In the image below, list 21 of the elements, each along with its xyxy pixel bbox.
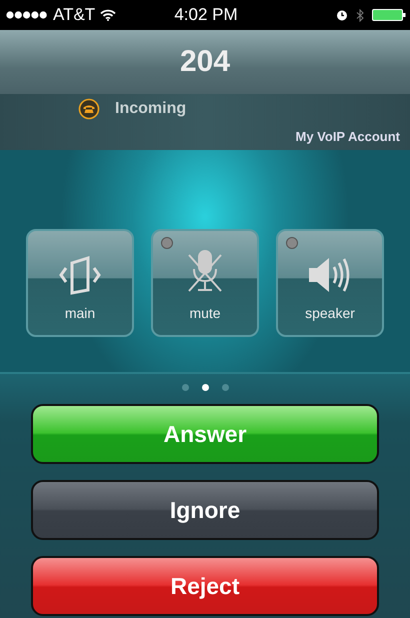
- page-indicator-dot[interactable]: [222, 384, 228, 391]
- mute-button[interactable]: mute: [151, 229, 259, 337]
- status-time: 4:02 PM: [174, 5, 238, 25]
- wifi-icon: [100, 9, 116, 21]
- speaker-button[interactable]: speaker: [276, 229, 384, 337]
- signal-icon: [6, 10, 48, 20]
- phone-icon: [78, 98, 100, 120]
- account-name: My VoIP Account: [296, 129, 400, 144]
- bluetooth-icon: [356, 8, 364, 22]
- screen-switch-icon: [58, 253, 102, 297]
- page-indicator-dot[interactable]: [182, 384, 188, 391]
- carrier-name: AT&T: [53, 5, 96, 25]
- page-indicator-dot[interactable]: [202, 384, 208, 391]
- main-button[interactable]: main: [26, 229, 134, 337]
- caller-number: 204: [180, 45, 230, 79]
- call-state: Incoming: [115, 100, 186, 118]
- ignore-button[interactable]: Ignore: [31, 480, 379, 540]
- reject-button[interactable]: Reject: [31, 556, 379, 616]
- battery-icon: [372, 9, 406, 21]
- alarm-icon: [336, 9, 348, 21]
- answer-button[interactable]: Answer: [31, 404, 379, 464]
